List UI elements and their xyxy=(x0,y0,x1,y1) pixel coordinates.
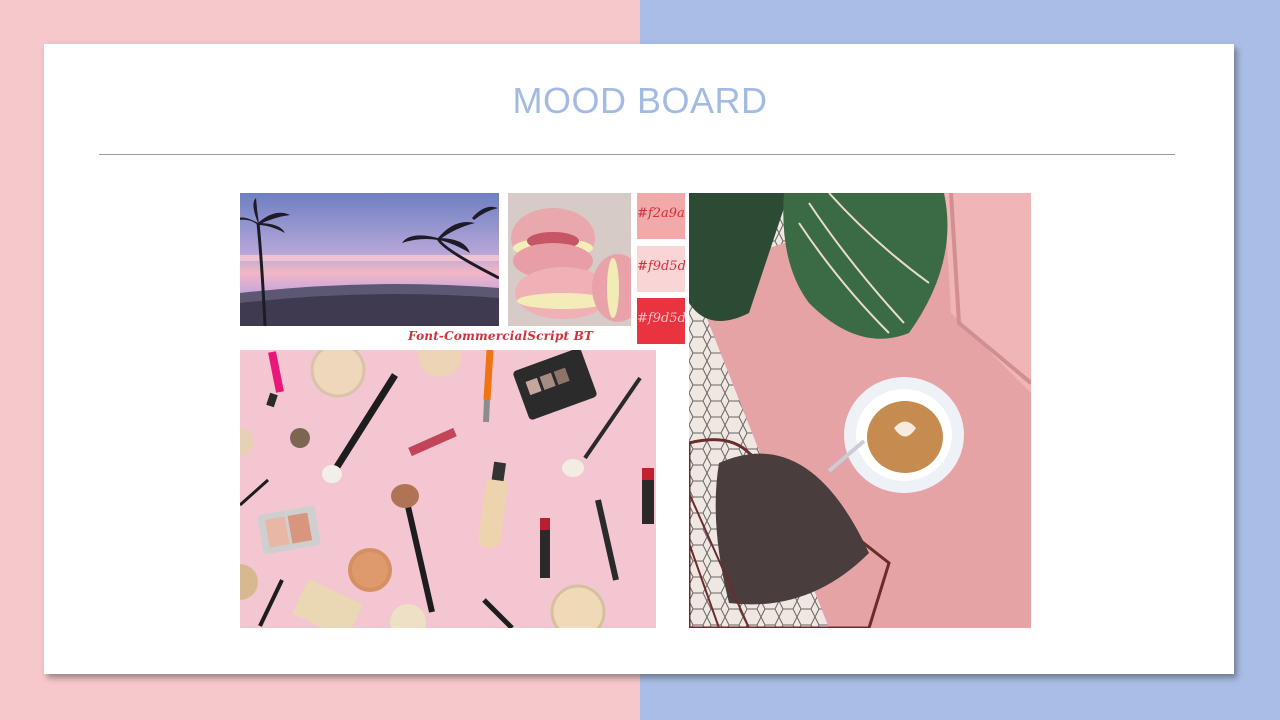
page-title: MOOD BOARD xyxy=(512,80,768,121)
color-swatch-2: #f9d5d5 xyxy=(637,246,685,292)
font-sample-label: Font-CommercialScript BT xyxy=(408,329,594,343)
macarons-photo xyxy=(508,193,631,326)
title-divider xyxy=(99,154,1175,155)
beach-sunset-photo xyxy=(240,193,499,326)
coffee-table-photo xyxy=(689,193,1031,628)
swatch-hex-label: #f2a9aa xyxy=(637,206,685,221)
swatch-hex-label: #f9d5d5 xyxy=(637,311,685,326)
color-swatch-3: #f9d5d5 xyxy=(637,298,685,344)
color-swatch-1: #f2a9aa xyxy=(637,193,685,239)
swatch-hex-label: #f9d5d5 xyxy=(637,259,685,274)
makeup-flatlay-photo xyxy=(240,350,656,628)
